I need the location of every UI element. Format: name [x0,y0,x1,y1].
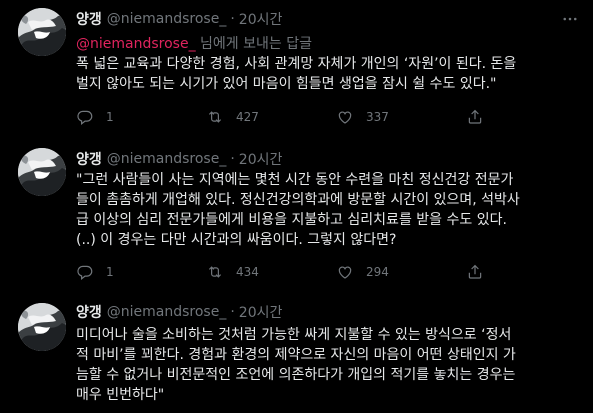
retweet-button[interactable]: 427 [206,108,336,126]
tweet-text-line: 급 이상의 심리 전문가들에게 비용을 지불하고 심리치료를 받을 수도 있다. [76,212,507,228]
reply-icon [76,263,94,281]
tweet-text-line: 늠할 수 없거나 비전문적인 조언에 의존하다가 개입의 적기를 놓치는 경우는 [76,367,516,383]
retweet-button[interactable]: 434 [206,263,336,281]
tweet-text-line: 들이 촘촘하게 개업해 있다. 정신건강의학과에 방문할 시간이 있으며, 석박… [76,192,520,208]
reply-suffix: 님에게 보내는 답글 [195,36,312,52]
like-count: 337 [366,110,389,124]
heart-icon [336,108,354,126]
retweet-icon [206,263,224,281]
display-name[interactable]: 양갱 [76,149,102,169]
user-handle[interactable]: @niemandsrose_ [107,151,227,167]
retweet-count: 427 [236,110,259,124]
tweet-text: 폭 넓은 교육과 다양한 경험, 사회 관계망 자체가 개인의 ‘자원’이 된다… [76,54,576,94]
retweet-count: 434 [236,265,259,279]
tweet-3[interactable]: 양갱 @niemandsrose_ · 20시간 미디어나 술을 소비하는 것처… [0,295,593,413]
share-button[interactable] [466,108,484,126]
like-count: 294 [366,265,389,279]
reply-button[interactable]: 1 [76,108,206,126]
reply-icon [76,108,94,126]
user-handle[interactable]: @niemandsrose_ [107,304,227,320]
tweet-text-line: 벌지 않아도 되는 시기가 있어 마음이 힘들면 생업을 잠시 쉴 수도 있다.… [76,76,497,92]
heart-icon [336,263,354,281]
tweet-text-line: 적 마비’를 꾀한다. 경험과 환경의 제약으로 자신의 마음이 어떤 상태인지… [76,347,516,363]
tweet-text: 미디어나 술을 소비하는 것처럼 가능한 싸게 지불할 수 있는 방식으로 ‘정… [76,325,576,405]
reply-count: 1 [106,265,114,279]
more-button[interactable] [561,10,579,28]
user-handle[interactable]: @niemandsrose_ [107,11,227,27]
share-button[interactable] [466,263,484,281]
avatar-image [18,303,66,351]
tweet-text-line: 폭 넓은 교육과 다양한 경험, 사회 관계망 자체가 개인의 ‘자원’이 된다… [76,56,517,72]
timestamp[interactable]: 20시간 [239,149,283,169]
display-name[interactable]: 양갱 [76,9,102,29]
tweet-actions: 1 434 294 [76,262,484,282]
separator-dot: · [230,304,235,320]
reply-button[interactable]: 1 [76,263,206,281]
tweet-header: 양갱 @niemandsrose_ · 20시간 [76,8,282,30]
avatar[interactable] [18,303,66,351]
avatar-image [18,148,66,196]
reply-mention-link[interactable]: @niemandsrose_ [76,36,196,52]
avatar-image [18,8,66,56]
share-icon [466,108,484,126]
tweet-text-line: 미디어나 술을 소비하는 것처럼 가능한 싸게 지불할 수 있는 방식으로 ‘정… [76,327,512,343]
tweet-text: "그런 사람들이 사는 지역에는 몇천 시간 동안 수련을 마친 정신건강 전문… [76,170,576,250]
tweet-1[interactable]: 양갱 @niemandsrose_ · 20시간 @niemandsrose_ … [0,0,593,140]
like-button[interactable]: 294 [336,263,466,281]
share-icon [466,263,484,281]
tweet-header: 양갱 @niemandsrose_ · 20시간 [76,301,282,323]
tweet-actions: 1 427 337 [76,107,484,127]
tweet-text-line: (..) 이 경우는 다만 시간과의 싸움이다. 그렇지 않다면? [76,232,397,248]
replying-to: @niemandsrose_ 님에게 보내는 답글 [76,33,312,53]
separator-dot: · [230,11,235,27]
retweet-icon [206,108,224,126]
timestamp[interactable]: 20시간 [239,302,283,322]
reply-count: 1 [106,110,114,124]
more-icon [561,10,579,28]
tweet-header: 양갱 @niemandsrose_ · 20시간 [76,148,282,170]
avatar[interactable] [18,148,66,196]
tweet-text-line: 매우 빈번하다" [76,387,165,403]
tweet-text-line: "그런 사람들이 사는 지역에는 몇천 시간 동안 수련을 마친 정신건강 전문… [76,172,514,188]
like-button[interactable]: 337 [336,108,466,126]
tweet-2[interactable]: 양갱 @niemandsrose_ · 20시간 "그런 사람들이 사는 지역에… [0,140,593,295]
separator-dot: · [230,151,235,167]
timestamp[interactable]: 20시간 [239,9,283,29]
avatar[interactable] [18,8,66,56]
display-name[interactable]: 양갱 [76,302,102,322]
